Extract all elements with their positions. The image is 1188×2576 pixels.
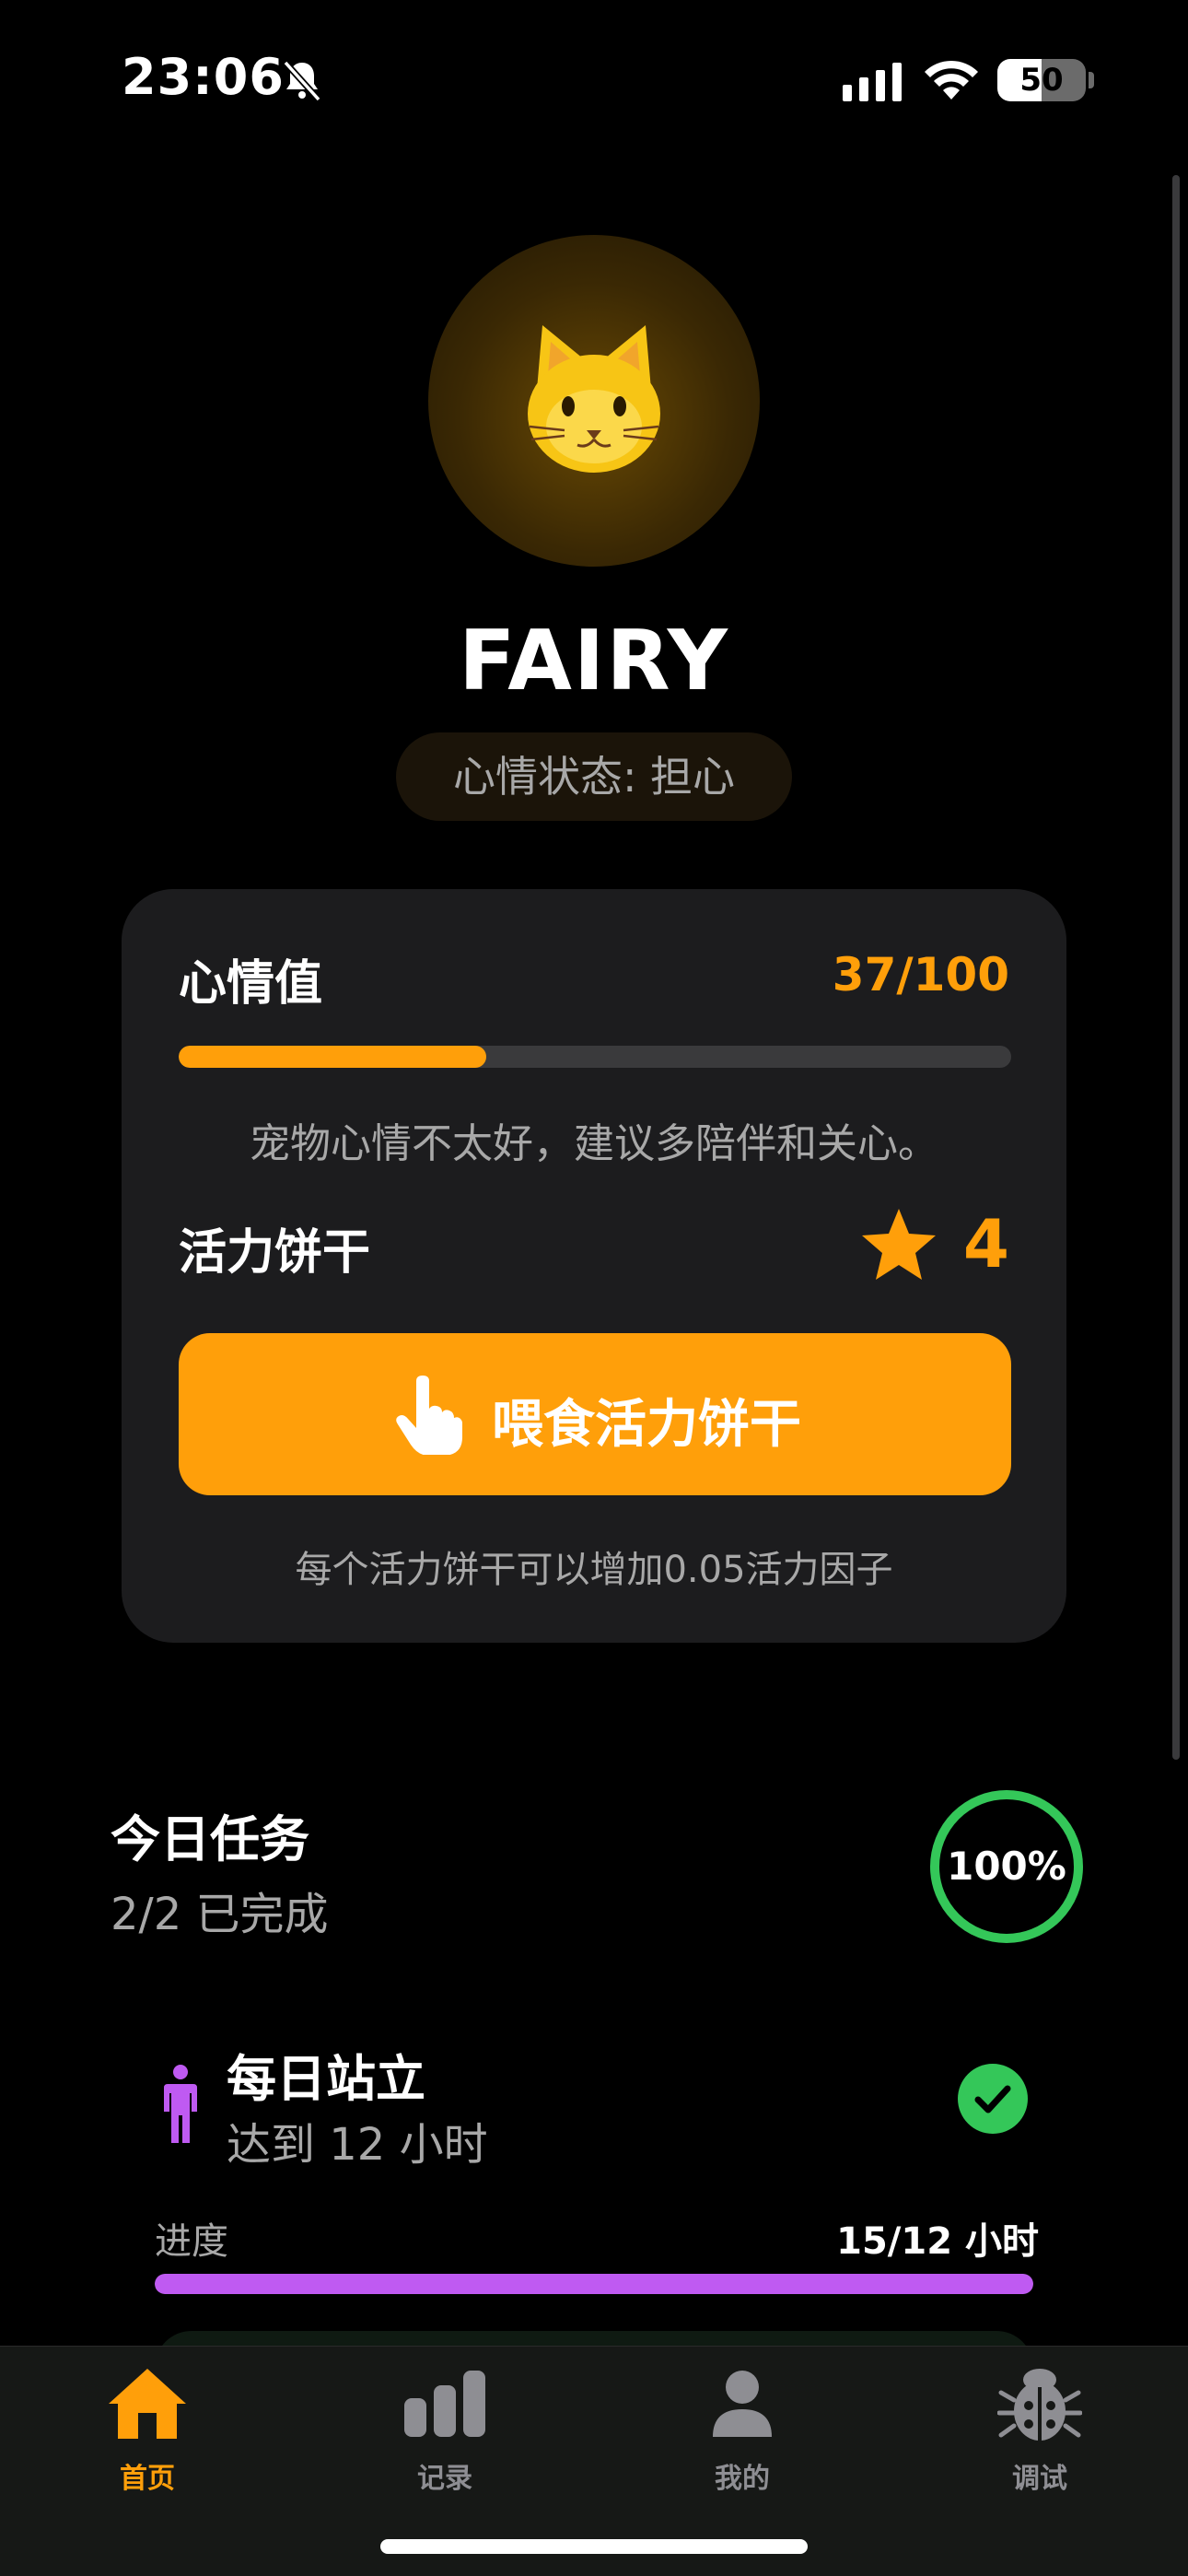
mood-progress-fill bbox=[179, 1046, 487, 1068]
tasks-summary: 2/2 已完成 bbox=[111, 1889, 329, 1940]
mood-status-badge: 心情状态: 担心 bbox=[396, 732, 792, 821]
mood-card: 心情值 37/100 宠物心情不太好，建议多陪伴和关心。 活力饼干 4 喂食活力… bbox=[122, 889, 1066, 1643]
task-item[interactable]: 每日站立 达到 12 小时 进度 15/12 小时 bbox=[155, 2027, 1039, 2322]
cat-face-icon bbox=[528, 325, 660, 473]
scrollbar[interactable] bbox=[1172, 175, 1180, 1760]
bug-icon bbox=[997, 2369, 1082, 2441]
check-circle-icon bbox=[958, 2064, 1028, 2134]
battery-cap bbox=[1089, 72, 1094, 88]
home-indicator[interactable] bbox=[380, 2539, 808, 2554]
tab-records[interactable]: 记录 bbox=[353, 2365, 537, 2495]
pet-avatar[interactable] bbox=[428, 235, 760, 567]
battery-icon: 50 bbox=[997, 59, 1086, 101]
task-progress-label: 进度 bbox=[155, 2220, 228, 2263]
home-icon bbox=[109, 2369, 186, 2439]
mood-progress-bar bbox=[179, 1046, 1011, 1068]
tab-records-label: 记录 bbox=[417, 2463, 472, 2495]
silent-bell-icon bbox=[283, 60, 321, 102]
tab-debug[interactable]: 调试 bbox=[948, 2365, 1132, 2495]
status-time: 23:06 bbox=[122, 48, 285, 106]
mood-label: 心情值 bbox=[179, 956, 323, 1012]
status-bar: 23:06 50 bbox=[0, 0, 1188, 157]
mood-value: 37/100 bbox=[832, 948, 1009, 1001]
tasks-percent: 100% bbox=[947, 1844, 1066, 1889]
battery-level: 50 bbox=[1019, 62, 1064, 99]
tab-home[interactable]: 首页 bbox=[55, 2365, 239, 2495]
feed-button-label: 喂食活力饼干 bbox=[492, 1395, 801, 1455]
task-progress-value: 15/12 小时 bbox=[836, 2220, 1039, 2263]
tasks-title: 今日任务 bbox=[111, 1810, 309, 1868]
feed-note: 每个活力饼干可以增加0.05活力因子 bbox=[295, 1549, 893, 1591]
biscuit-label: 活力饼干 bbox=[179, 1225, 371, 1281]
task-progress-fill bbox=[155, 2274, 1033, 2294]
tasks-progress-ring: 100% bbox=[930, 1790, 1083, 1943]
biscuit-count: 4 bbox=[962, 1205, 1009, 1282]
pet-name: FAIRY bbox=[459, 613, 729, 709]
task-name: 每日站立 bbox=[227, 2050, 425, 2108]
tab-home-label: 首页 bbox=[120, 2463, 175, 2495]
feed-biscuit-button[interactable]: 喂食活力饼干 bbox=[179, 1333, 1011, 1495]
person-icon bbox=[713, 2371, 772, 2437]
tab-profile[interactable]: 我的 bbox=[650, 2365, 834, 2495]
chart-bars-icon bbox=[404, 2371, 485, 2437]
wifi-icon bbox=[925, 60, 978, 100]
tab-debug-label: 调试 bbox=[1012, 2463, 1067, 2495]
task-progress-bar bbox=[155, 2274, 1033, 2294]
star-icon bbox=[862, 1209, 936, 1280]
tab-profile-label: 我的 bbox=[715, 2463, 770, 2495]
cellular-signal-icon bbox=[843, 63, 902, 101]
mood-message: 宠物心情不太好，建议多陪伴和关心。 bbox=[250, 1120, 938, 1167]
hand-pointer-icon bbox=[396, 1376, 462, 1455]
person-standing-icon bbox=[164, 2065, 197, 2143]
task-goal: 达到 12 小时 bbox=[227, 2119, 488, 2171]
